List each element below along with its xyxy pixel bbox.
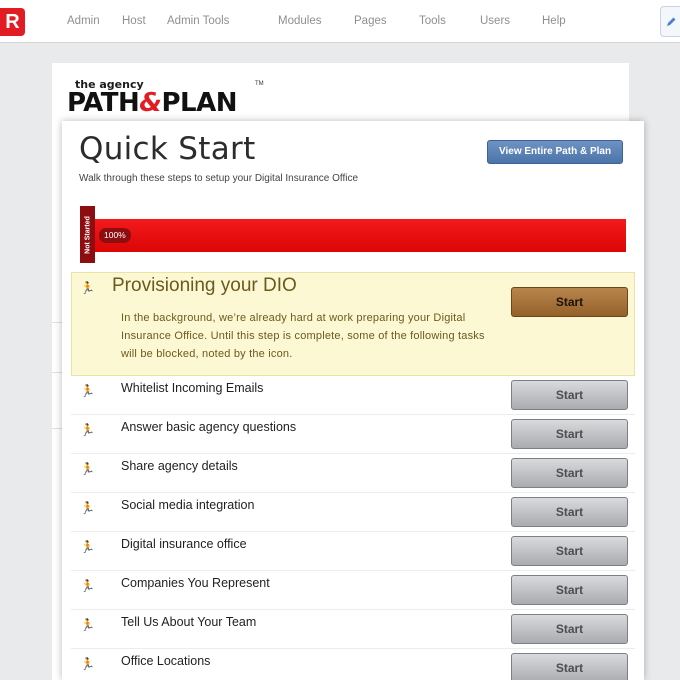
logo-trademark: TM (255, 81, 264, 87)
step-label: Digital insurance office (121, 537, 247, 551)
step-row: 🏃 Office Locations Start (71, 649, 635, 680)
step-label: Social media integration (121, 498, 255, 512)
view-entire-path-button[interactable]: View Entire Path & Plan (487, 140, 623, 164)
progress-bar-fill (95, 219, 626, 252)
step-start-button[interactable]: Start (511, 497, 628, 527)
path-and-plan-logo: the agency PATH&PLAN TM (67, 78, 267, 118)
brand-logo[interactable]: R (0, 8, 25, 36)
status-flag-label: Not Started (84, 215, 91, 254)
runner-icon: 🏃 (80, 618, 95, 632)
nav-tools[interactable]: Tools (419, 15, 446, 27)
step-row: 🏃 Answer basic agency questions Start (71, 415, 635, 454)
progress-percent-badge: 100% (99, 228, 131, 243)
top-nav-bar: R Admin Host Admin Tools Modules Pages T… (0, 0, 680, 43)
logo-wordmark: PATH&PLAN (67, 88, 237, 118)
runner-icon: 🏃 (80, 281, 95, 295)
runner-icon: 🏃 (80, 579, 95, 593)
step-row: 🏃 Whitelist Incoming Emails Start (71, 376, 635, 415)
runner-icon: 🏃 (80, 384, 95, 398)
step-start-button[interactable]: Start (511, 614, 628, 644)
nav-users[interactable]: Users (480, 15, 510, 27)
progress-bar: 100% (95, 219, 626, 252)
page-subtitle: Walk through these steps to setup your D… (79, 173, 359, 184)
step-row: 🏃 Companies You Represent Start (71, 571, 635, 610)
runner-icon: 🏃 (80, 423, 95, 437)
current-step-description: In the background, we’re already hard at… (121, 312, 485, 360)
step-label: Companies You Represent (121, 576, 270, 590)
step-row: 🏃 Share agency details Start (71, 454, 635, 493)
step-start-button[interactable]: Start (511, 653, 628, 680)
nav-host[interactable]: Host (122, 15, 146, 27)
step-row: 🏃 Social media integration Start (71, 493, 635, 532)
step-label: Share agency details (121, 459, 238, 473)
runner-icon: 🏃 (80, 462, 95, 476)
page-title: Quick Start (79, 131, 256, 167)
provisioning-start-button[interactable]: Start (511, 287, 628, 317)
step-label: Whitelist Incoming Emails (121, 381, 264, 395)
step-start-button[interactable]: Start (511, 380, 628, 410)
current-step-title: Provisioning your DIO (112, 275, 297, 296)
step-start-button[interactable]: Start (511, 536, 628, 566)
step-label: Answer basic agency questions (121, 420, 297, 434)
nav-help[interactable]: Help (542, 15, 566, 27)
edit-page-button[interactable] (660, 6, 680, 37)
step-row: 🏃 Digital insurance office Start (71, 532, 635, 571)
step-start-button[interactable]: Start (511, 419, 628, 449)
step-label: Office Locations (121, 654, 211, 668)
runner-icon: 🏃 (80, 501, 95, 515)
status-flag: Not Started (80, 206, 95, 263)
nav-admin[interactable]: Admin (67, 15, 100, 27)
pencil-icon (667, 17, 676, 26)
nav-admin-tools[interactable]: Admin Tools (167, 15, 229, 27)
nav-modules[interactable]: Modules (278, 15, 321, 27)
runner-icon: 🏃 (80, 540, 95, 554)
step-row: 🏃 Tell Us About Your Team Start (71, 610, 635, 649)
step-label: Tell Us About Your Team (121, 615, 257, 629)
step-start-button[interactable]: Start (511, 458, 628, 488)
runner-icon: 🏃 (80, 657, 95, 671)
step-start-button[interactable]: Start (511, 575, 628, 605)
nav-pages[interactable]: Pages (354, 15, 387, 27)
quick-start-panel: Quick Start Walk through these steps to … (62, 121, 644, 680)
